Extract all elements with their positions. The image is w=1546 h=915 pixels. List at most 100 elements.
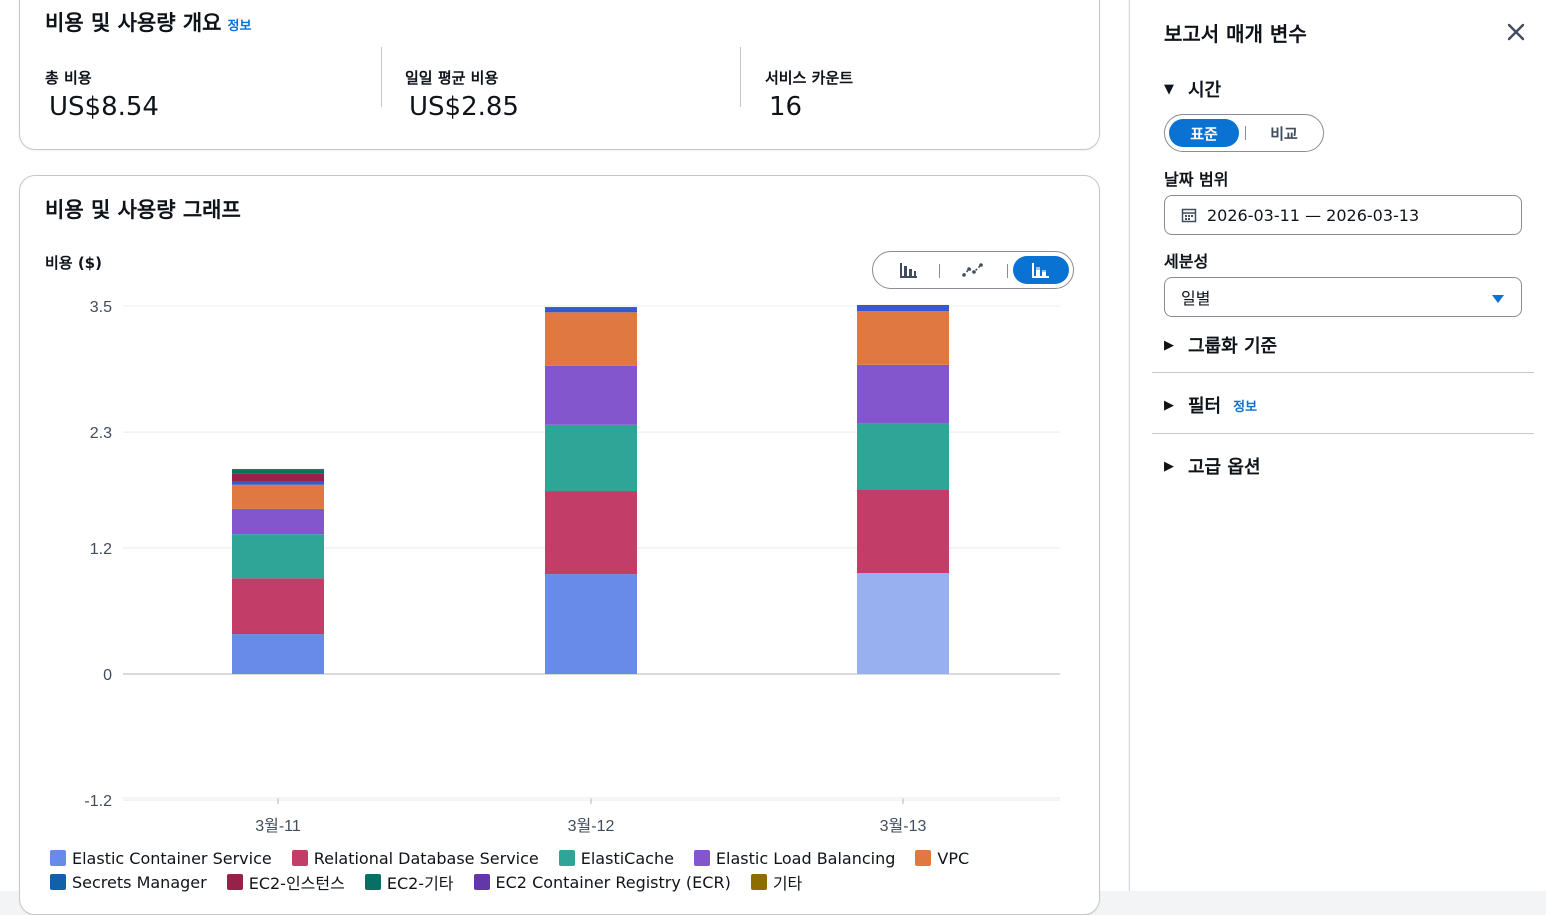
x-tick-label: 3월-11: [255, 817, 301, 835]
date-range-label: 날짜 범위: [1164, 170, 1229, 189]
bar-segment: [857, 364, 949, 424]
metric-value: 16: [769, 92, 803, 122]
legend-label: ElastiCache: [580, 848, 674, 868]
section-divider: [1152, 372, 1534, 373]
caret-right-icon: ▶: [1164, 458, 1174, 474]
bar-segment: [857, 423, 949, 490]
caret-down-icon: ▼: [1164, 81, 1174, 97]
stacked-bar-chart: 3.5 2.3 1.2 0 -1.2 3월-11 3월-12 3월-13: [84, 299, 1060, 835]
legend-row: Elastic Container Service Relational Data…: [50, 846, 1090, 870]
legend-swatch: [226, 874, 243, 890]
bar-segment: [857, 304, 949, 306]
legend-item[interactable]: Secrets Manager: [50, 873, 207, 892]
metric-label: 일일 평균 비용: [405, 69, 499, 87]
legend-label: EC2 Container Registry (ECR): [495, 872, 731, 892]
legend-label: VPC: [937, 848, 970, 868]
date-range-input[interactable]: 2026-03-11 — 2026-03-13: [1164, 195, 1522, 235]
bar-segment: [857, 490, 949, 574]
standard-toggle-button[interactable]: 표준: [1169, 119, 1239, 147]
graph-card: 비용 및 사용량 그래프 비용 ($) 3.5 2.3 1.2 0 -1.2 3월-11 3…: [19, 175, 1100, 915]
advanced-options-label: 고급 옵션: [1188, 457, 1261, 478]
metric-label: 총 비용: [45, 69, 92, 87]
x-tick-label: 3월-13: [880, 817, 927, 835]
legend-swatch: [915, 850, 932, 866]
toggle-divider: [1245, 126, 1246, 140]
metric-daily-average: 일일 평균 비용 US$2.85: [405, 67, 519, 122]
granularity-select[interactable]: 일별: [1164, 277, 1522, 317]
bar-segment: [545, 365, 637, 425]
caret-right-icon: ▶: [1164, 337, 1174, 353]
y-tick-label: 0: [103, 667, 112, 684]
x-tick-label: 3월-12: [568, 817, 615, 835]
legend-item[interactable]: EC2-기타: [364, 870, 454, 894]
legend-item[interactable]: EC2 Container Registry (ECR): [473, 872, 731, 892]
panel-title: 보고서 매개 변수: [1164, 22, 1307, 46]
calendar-icon: [1181, 207, 1197, 223]
legend-item[interactable]: EC2-인스턴스: [226, 870, 345, 894]
filter-section-header[interactable]: ▶ 필터 정보: [1164, 392, 1257, 418]
filter-info-link[interactable]: 정보: [1233, 396, 1257, 415]
bar-segment: [232, 634, 324, 674]
overview-title-text: 비용 및 사용량 개요: [45, 11, 222, 35]
granularity-value: 일별: [1181, 289, 1211, 308]
y-tick-label: 2.3: [90, 425, 112, 442]
bar-segment: [232, 508, 324, 535]
legend-item[interactable]: 기타: [750, 870, 803, 894]
bar-segment: [545, 312, 637, 366]
legend-swatch: [473, 874, 490, 890]
granularity-label: 세분성: [1164, 252, 1209, 271]
y-tick-label: 3.5: [90, 299, 112, 316]
overview-card: 비용 및 사용량 개요 정보 총 비용 US$8.54 일일 평균 비용 US$2…: [19, 0, 1100, 150]
legend-label: 기타: [772, 874, 803, 893]
legend-label: Relational Database Service: [313, 848, 539, 868]
metric-total-cost: 총 비용 US$8.54: [45, 67, 159, 122]
legend-label: Secrets Manager: [72, 872, 207, 892]
bar-segment: [545, 424, 637, 492]
y-tick-label: -1.2: [84, 793, 112, 810]
time-section-label: 시간: [1188, 80, 1222, 101]
metric-value: US$2.85: [409, 92, 519, 122]
legend-swatch: [750, 874, 767, 890]
legend-item[interactable]: ElastiCache: [558, 848, 674, 868]
legend-label: EC2-기타: [386, 874, 454, 893]
bar-segment: [232, 534, 324, 579]
bar-segment: [545, 491, 637, 575]
bar-segment: [857, 311, 949, 365]
metric-divider: [740, 47, 741, 107]
legend-label: Elastic Load Balancing: [715, 848, 896, 868]
legend-item[interactable]: Elastic Container Service: [50, 849, 272, 868]
bar-segment: [857, 306, 949, 312]
legend-label: Elastic Container Service: [72, 848, 272, 868]
legend-label: EC2-인스턴스: [248, 874, 345, 893]
bar-segment: [545, 574, 637, 674]
time-section-header[interactable]: ▼ 시간: [1164, 76, 1221, 102]
bar-segment: [857, 573, 949, 674]
compare-toggle-button[interactable]: 비교: [1249, 119, 1319, 147]
advanced-options-section-header[interactable]: ▶ 고급 옵션: [1164, 453, 1261, 479]
metric-service-count: 서비스 카운트 16: [765, 67, 853, 122]
bar-segment: [232, 468, 324, 471]
metric-value: US$8.54: [49, 92, 159, 122]
legend-swatch: [50, 850, 66, 866]
close-icon[interactable]: [1504, 20, 1528, 44]
legend-item[interactable]: Elastic Load Balancing: [693, 848, 896, 868]
legend-swatch: [693, 850, 710, 866]
y-tick-label: 1.2: [90, 541, 112, 558]
legend-item[interactable]: VPC: [915, 849, 969, 868]
legend-swatch: [50, 874, 66, 890]
bar-segment: [232, 470, 324, 474]
bar-segment: [545, 307, 637, 313]
metric-divider: [381, 47, 382, 107]
bar-segment: [232, 578, 324, 635]
date-range-value: 2026-03-11 — 2026-03-13: [1207, 205, 1420, 225]
bar-segment: [232, 484, 324, 509]
legend-item[interactable]: Relational Database Service: [291, 848, 539, 868]
legend-swatch: [291, 850, 308, 866]
dropdown-caret-icon: [1491, 290, 1505, 309]
chart-legend: Elastic Container Service Relational Data…: [50, 846, 1090, 894]
group-by-section-header[interactable]: ▶ 그룹화 기준: [1164, 332, 1277, 358]
metric-label: 서비스 카운트: [765, 69, 854, 87]
overview-info-link[interactable]: 정보: [228, 19, 252, 34]
filter-label: 필터: [1188, 396, 1222, 417]
caret-right-icon: ▶: [1164, 397, 1174, 413]
